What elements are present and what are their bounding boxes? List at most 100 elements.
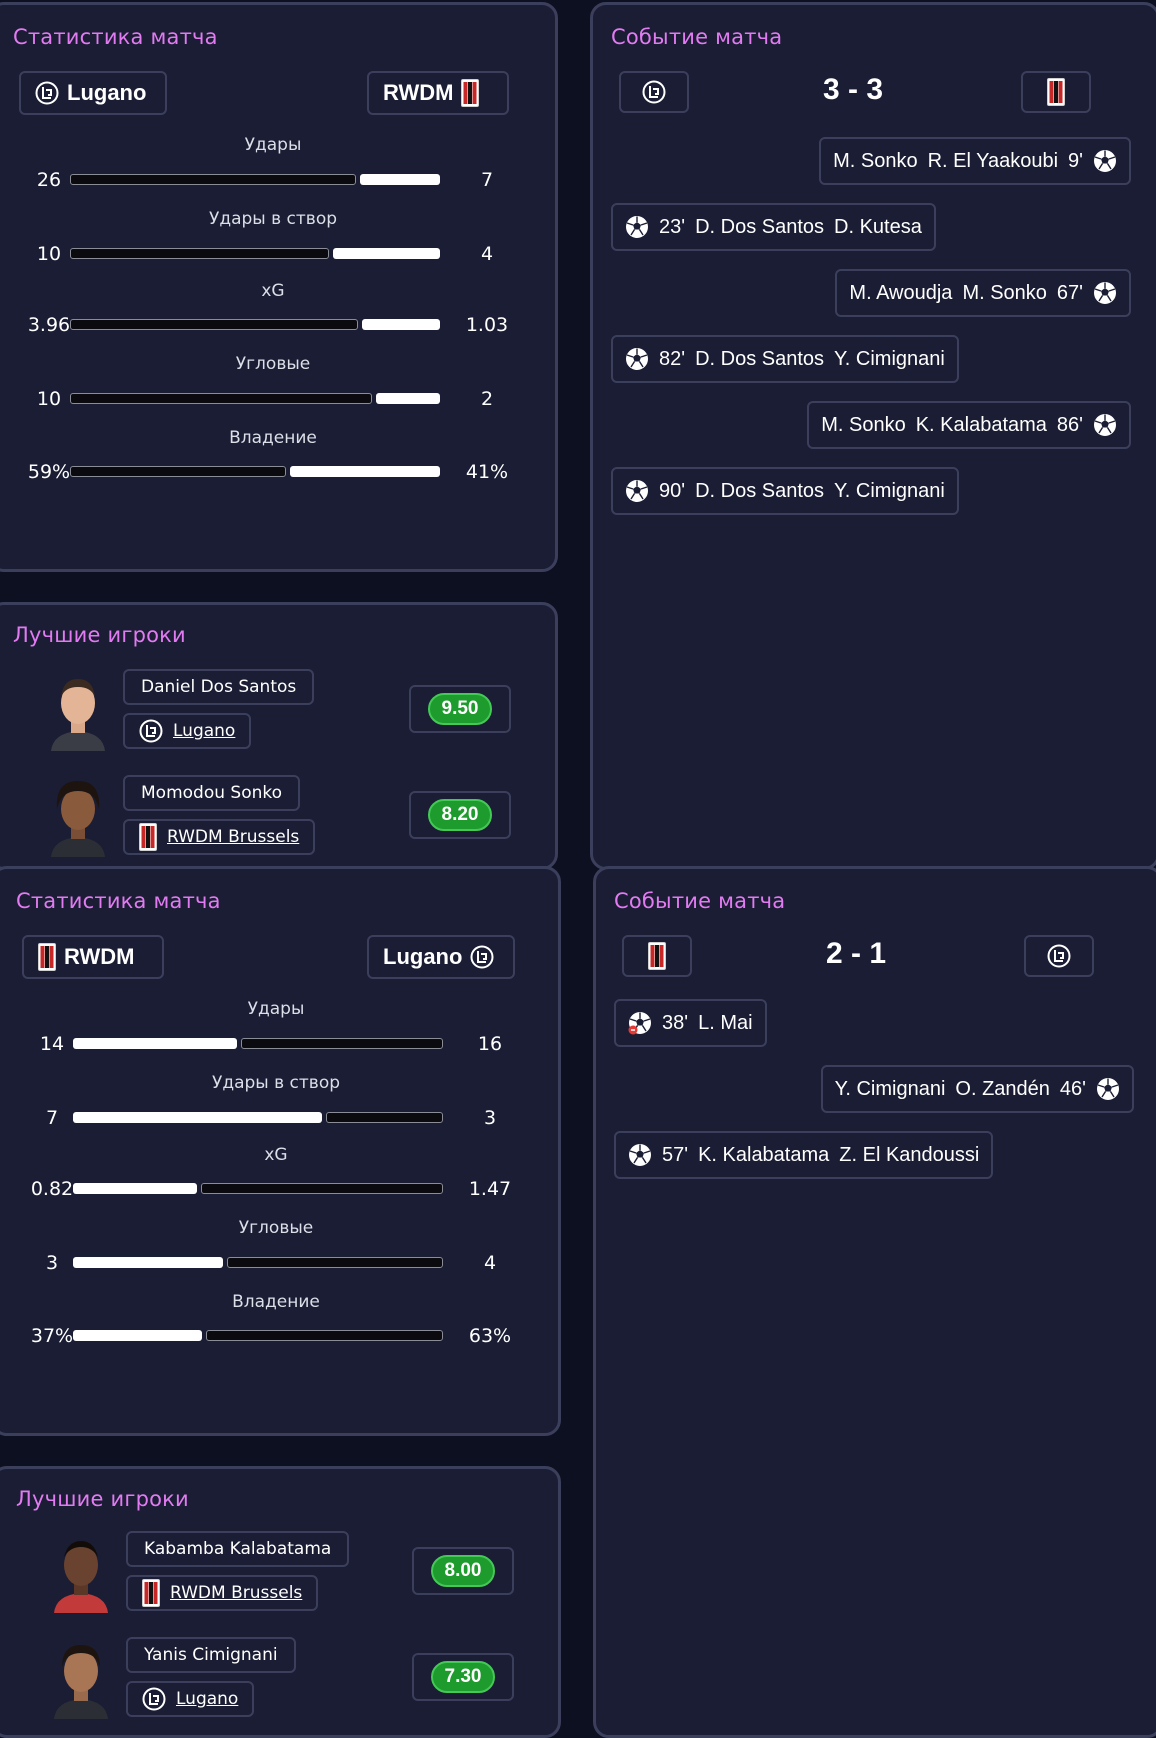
event-scorer: M. Sonko xyxy=(962,281,1047,304)
player-photo[interactable] xyxy=(46,1635,116,1719)
player-club-link[interactable]: RWDM Brussels xyxy=(126,1575,319,1611)
stat-away-bar xyxy=(362,319,440,330)
event-minute: 82' xyxy=(659,347,686,370)
goal-ball-icon xyxy=(625,347,649,371)
goal-ball-icon xyxy=(625,479,649,503)
rating-badge: 7.30 xyxy=(430,1661,496,1693)
panel-title: Событие матча xyxy=(614,889,786,913)
rwdm-logo-icon xyxy=(1047,78,1065,106)
player-rating: 8.20 xyxy=(409,791,511,839)
event-assist: M. Awoudja xyxy=(849,281,953,304)
lugano-logo-icon xyxy=(142,1687,166,1711)
event-minute: 38' xyxy=(662,1011,689,1034)
rwdm-logo-icon xyxy=(461,79,480,107)
stat-away-value: 2 xyxy=(480,388,494,410)
stat-label: xG xyxy=(264,1145,288,1165)
lugano-logo-icon xyxy=(35,81,59,105)
event-minute: 67' xyxy=(1056,281,1083,304)
stat-away-value: 41% xyxy=(465,461,509,483)
stat-away-value: 4 xyxy=(480,243,494,265)
event-scorer: D. Dos Santos xyxy=(695,347,825,370)
player-photo[interactable] xyxy=(43,773,113,857)
stat-away-bar xyxy=(360,174,440,185)
rating-badge: 9.50 xyxy=(427,693,493,725)
stat-away-bar xyxy=(227,1257,443,1268)
lugano-logo-icon xyxy=(470,945,494,969)
match-event[interactable]: M. Sonko R. El Yaakoubi 9' xyxy=(819,137,1131,185)
best-players-panel: Лучшие игроки Daniel Dos Santos Lugano 9… xyxy=(0,602,558,870)
lugano-logo-icon xyxy=(642,80,666,104)
home-team-name: RWDM xyxy=(64,944,135,969)
match-event[interactable]: 82' D. Dos Santos Y. Cimignani xyxy=(611,335,959,383)
match-stats-panel: Статистика матча RWDM Lugano Удары 14 16… xyxy=(0,866,561,1436)
home-team-button[interactable]: RWDM xyxy=(22,935,164,979)
away-team-button[interactable]: Lugano xyxy=(367,935,515,979)
event-scorer: L. Mai xyxy=(698,1011,753,1034)
match-event[interactable]: 23' D. Dos Santos D. Kutesa xyxy=(611,203,936,251)
player-rating: 9.50 xyxy=(409,685,511,733)
player-club-link[interactable]: RWDM Brussels xyxy=(123,819,316,855)
lugano-logo-icon xyxy=(139,719,163,743)
stat-away-bar xyxy=(333,248,440,259)
event-scorer: D. Dos Santos xyxy=(695,479,825,502)
event-scorer: O. Zandén xyxy=(955,1077,1050,1100)
stat-away-value: 4 xyxy=(483,1252,497,1274)
rating-badge: 8.00 xyxy=(430,1555,496,1587)
goal-ball-icon xyxy=(628,1143,652,1167)
own-goal-ball-icon xyxy=(628,1011,652,1035)
stat-home-bar xyxy=(73,1183,197,1194)
stat-label: Удары в створ xyxy=(208,209,338,229)
match-events-panel: Событие матча 2 - 1 38' L. Mai Y. Cimign… xyxy=(593,866,1156,1738)
stat-away-bar xyxy=(376,393,440,404)
home-team-logo-button[interactable] xyxy=(619,71,689,113)
player-name[interactable]: Daniel Dos Santos xyxy=(123,669,315,705)
rwdm-logo-icon xyxy=(142,1579,160,1607)
event-assist: Z. El Kandoussi xyxy=(839,1143,980,1166)
panel-title: Лучшие игроки xyxy=(13,623,186,647)
stat-label: Удары в створ xyxy=(211,1073,341,1093)
player-name[interactable]: Kabamba Kalabatama xyxy=(126,1531,350,1567)
stat-away-value: 1.03 xyxy=(465,314,509,336)
stat-home-bar xyxy=(73,1257,223,1268)
match-event[interactable]: Y. Cimignani O. Zandén 46' xyxy=(820,1065,1134,1113)
player-club-link[interactable]: Lugano xyxy=(126,1681,255,1717)
match-event[interactable]: 90' D. Dos Santos Y. Cimignani xyxy=(611,467,959,515)
player-photo[interactable] xyxy=(46,1529,116,1613)
stat-away-value: 1.47 xyxy=(468,1178,512,1200)
event-minute: 46' xyxy=(1059,1077,1086,1100)
player-rating: 7.30 xyxy=(412,1653,514,1701)
player-club-name: Lugano xyxy=(176,1689,239,1709)
event-minute: 86' xyxy=(1056,413,1083,436)
player-name[interactable]: Momodou Sonko xyxy=(123,775,301,811)
stat-home-bar xyxy=(70,319,358,330)
goal-ball-icon xyxy=(1093,413,1117,437)
panel-title: Событие матча xyxy=(611,25,783,49)
stat-home-bar xyxy=(73,1038,237,1049)
away-team-button[interactable]: RWDM xyxy=(367,71,509,115)
stat-label: Угловые xyxy=(235,354,311,374)
rwdm-logo-icon xyxy=(648,942,666,970)
stat-away-bar xyxy=(206,1330,443,1341)
stat-away-bar xyxy=(241,1038,443,1049)
match-event[interactable]: M. Sonko K. Kalabatama 86' xyxy=(807,401,1131,449)
away-team-logo-button[interactable] xyxy=(1024,935,1094,977)
match-event[interactable]: 38' L. Mai xyxy=(614,999,767,1047)
player-club-name: Lugano xyxy=(173,721,236,741)
event-assist: Y. Cimignani xyxy=(834,479,945,502)
match-score: 3 - 3 xyxy=(822,73,884,106)
goal-ball-icon xyxy=(1096,1077,1120,1101)
stat-home-bar xyxy=(70,174,356,185)
away-team-logo-button[interactable] xyxy=(1021,71,1091,113)
best-players-panel: Лучшие игроки Kabamba Kalabatama RWDM Br… xyxy=(0,1466,561,1738)
match-event[interactable]: 57' K. Kalabatama Z. El Kandoussi xyxy=(614,1131,994,1179)
player-photo[interactable] xyxy=(43,667,113,751)
stat-away-value: 7 xyxy=(480,169,494,191)
home-team-button[interactable]: Lugano xyxy=(19,71,167,115)
match-stats-panel: Статистика матча Lugano RWDM Удары 26 7 … xyxy=(0,2,558,572)
player-name[interactable]: Yanis Cimignani xyxy=(126,1637,296,1673)
event-assist: Y. Cimignani xyxy=(834,1077,946,1100)
player-club-link[interactable]: Lugano xyxy=(123,713,252,749)
match-event[interactable]: M. Awoudja M. Sonko 67' xyxy=(835,269,1131,317)
stat-home-bar xyxy=(70,466,286,477)
home-team-logo-button[interactable] xyxy=(622,935,692,977)
